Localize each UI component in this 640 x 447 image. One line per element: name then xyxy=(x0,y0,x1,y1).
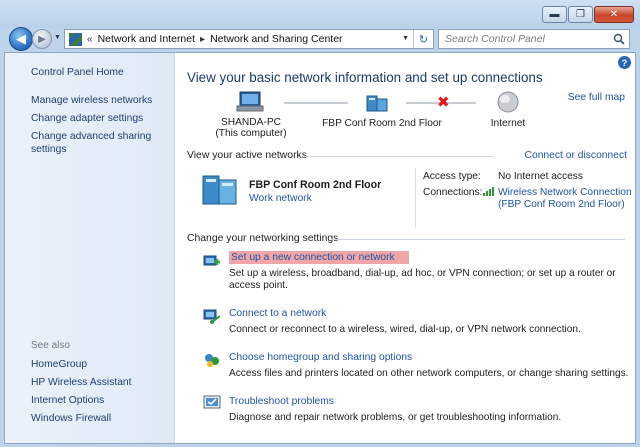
new-connection-icon[interactable] xyxy=(203,252,221,270)
maximize-button[interactable]: ❐ xyxy=(568,6,593,23)
active-network-icon[interactable] xyxy=(201,172,239,206)
title-bar: ▬ ❐ ✕ xyxy=(0,0,640,28)
access-type-value: No Internet access xyxy=(498,171,583,182)
see-also-heading: See also xyxy=(31,340,70,351)
access-type-label: Access type: xyxy=(423,171,481,182)
connect-to-network-link[interactable]: Connect to a network xyxy=(229,308,326,319)
networking-settings-heading: Change your networking settings xyxy=(187,233,339,244)
breadcrumb-network-internet[interactable]: Network and Internet xyxy=(98,33,195,45)
network-icon[interactable] xyxy=(365,93,391,113)
main-panel: ? View your basic network information an… xyxy=(176,53,635,443)
internet-globe-icon[interactable] xyxy=(496,90,520,114)
minimize-button[interactable]: ▬ xyxy=(542,6,567,23)
map-internet-label: Internet xyxy=(490,118,526,129)
sidebar-item-adapter-settings[interactable]: Change adapter settings xyxy=(31,112,143,125)
divider xyxy=(331,239,625,240)
window-controls: ▬ ❐ ✕ xyxy=(541,6,634,23)
see-also-homegroup[interactable]: HomeGroup xyxy=(31,358,87,371)
close-button[interactable]: ✕ xyxy=(594,6,634,23)
content-area: Control Panel Home Manage wireless netwo… xyxy=(4,52,636,444)
homegroup-sharing-link[interactable]: Choose homegroup and sharing options xyxy=(229,352,412,363)
see-also-hp-wireless[interactable]: HP Wireless Assistant xyxy=(31,376,132,389)
see-full-map-link[interactable]: See full map xyxy=(568,92,625,103)
wireless-connection-link[interactable]: Wireless Network Connection (FBP Conf Ro… xyxy=(498,187,632,211)
address-bar[interactable]: « Network and Internet ▸ Network and Sha… xyxy=(64,29,434,49)
divider xyxy=(304,156,494,157)
connections-label: Connections: xyxy=(423,187,483,198)
sidebar: Control Panel Home Manage wireless netwo… xyxy=(5,53,175,443)
computer-icon[interactable] xyxy=(236,91,266,113)
search-input[interactable]: Search Control Panel xyxy=(438,29,630,49)
navigation-bar: ◀ ▶ ▼ « Network and Internet ▸ Network a… xyxy=(0,26,640,52)
setup-new-connection-link[interactable]: Set up a new connection or network xyxy=(229,251,409,264)
homegroup-sharing-desc: Access files and printers located on oth… xyxy=(229,368,629,379)
connect-to-network-icon[interactable] xyxy=(203,307,221,325)
search-icon[interactable] xyxy=(613,33,625,45)
search-placeholder: Search Control Panel xyxy=(445,33,545,45)
troubleshoot-icon[interactable] xyxy=(203,394,221,412)
sidebar-item-advanced-sharing[interactable]: Change advanced sharing settings xyxy=(31,130,156,156)
network-type-link[interactable]: Work network xyxy=(249,193,312,204)
active-networks-heading: View your active networks xyxy=(187,150,307,161)
breadcrumb-chevron-icon[interactable]: ▸ xyxy=(200,34,205,45)
breadcrumb-overflow[interactable]: « xyxy=(87,34,93,45)
homegroup-icon[interactable] xyxy=(203,351,221,369)
wireless-signal-icon xyxy=(483,187,494,196)
map-network-label: FBP Conf Room 2nd Floor xyxy=(322,118,442,129)
forward-button[interactable]: ▶ xyxy=(32,29,52,49)
refresh-button[interactable]: ↻ xyxy=(413,30,433,48)
sidebar-item-manage-wireless[interactable]: Manage wireless networks xyxy=(31,94,152,107)
troubleshoot-desc: Diagnose and repair network problems, or… xyxy=(229,412,562,423)
control-panel-icon xyxy=(69,32,82,46)
address-dropdown-icon[interactable]: ▼ xyxy=(402,35,409,42)
back-button[interactable]: ◀ xyxy=(9,27,33,51)
active-network-name: FBP Conf Room 2nd Floor xyxy=(249,179,382,191)
setup-new-connection-desc: Set up a wireless, broadband, dial-up, a… xyxy=(229,268,616,291)
connect-or-disconnect-link[interactable]: Connect or disconnect xyxy=(525,150,627,161)
breadcrumb-sharing-center[interactable]: Network and Sharing Center xyxy=(210,33,343,45)
map-link-line xyxy=(284,102,348,104)
map-computer-label: SHANDA-PC (This computer) xyxy=(215,117,287,139)
sidebar-control-panel-home[interactable]: Control Panel Home xyxy=(31,66,124,79)
no-connection-x-icon: ✖ xyxy=(437,94,450,111)
page-title: View your basic network information and … xyxy=(187,70,543,85)
see-also-windows-firewall[interactable]: Windows Firewall xyxy=(31,412,111,425)
troubleshoot-link[interactable]: Troubleshoot problems xyxy=(229,396,334,407)
see-also-internet-options[interactable]: Internet Options xyxy=(31,394,104,407)
vertical-divider xyxy=(415,168,416,228)
help-icon[interactable]: ? xyxy=(618,56,631,69)
connect-to-network-desc: Connect or reconnect to a wireless, wire… xyxy=(229,324,581,335)
recent-pages-dropdown[interactable]: ▼ xyxy=(54,34,61,41)
